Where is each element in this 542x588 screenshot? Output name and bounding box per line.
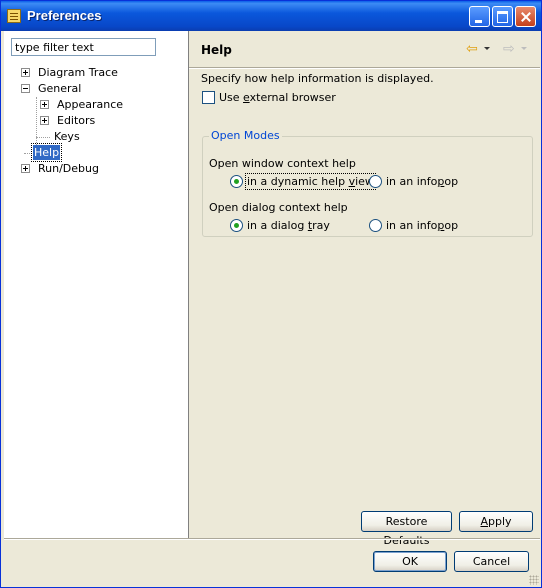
resize-grip-icon[interactable] (529, 575, 539, 585)
chevron-down-icon (521, 47, 527, 50)
radio-label: in an infopop (386, 175, 459, 188)
radio-dialog-infopop[interactable]: in an infopop (369, 218, 459, 232)
expand-plus-icon[interactable] (21, 163, 30, 173)
header-separator (189, 67, 540, 68)
radio-selected-icon[interactable] (230, 218, 243, 232)
group-title: Open Modes (209, 129, 282, 142)
apply-button[interactable]: Apply (459, 511, 533, 532)
back-button[interactable]: ⇦ (464, 41, 490, 57)
window-title: Preferences (27, 8, 102, 23)
collapse-minus-icon[interactable] (21, 83, 30, 93)
radio-dialog-tray[interactable]: in a dialog tray (230, 218, 330, 232)
tree-item-appearance[interactable]: Appearance (40, 97, 124, 113)
footer-separator (4, 538, 540, 539)
radio-window-infopop[interactable]: in an infopop (369, 174, 459, 188)
expand-plus-icon[interactable] (21, 67, 30, 77)
tree-item-run-debug[interactable]: Run/Debug (21, 161, 100, 177)
tree-connector (24, 153, 32, 154)
back-arrow-icon: ⇦ (466, 41, 478, 57)
dialog-context-help-label: Open dialog context help (209, 201, 348, 214)
chevron-down-icon[interactable] (484, 47, 490, 50)
ok-button[interactable]: OK (373, 551, 447, 572)
title-bar[interactable]: Preferences (1, 1, 541, 31)
radio-unselected-icon[interactable] (369, 174, 382, 188)
page-title: Help (201, 43, 232, 57)
tree-item-editors[interactable]: Editors (40, 113, 96, 129)
checkbox-label: Use external browser (219, 91, 336, 104)
cancel-button[interactable]: Cancel (454, 551, 529, 572)
use-external-browser-checkbox[interactable]: Use external browser (202, 90, 336, 104)
radio-dynamic-help-view[interactable]: in a dynamic help view (230, 173, 376, 190)
forward-arrow-icon: ⇨ (503, 41, 515, 57)
close-button[interactable] (515, 6, 536, 27)
page-description: Specify how help information is displaye… (201, 72, 434, 85)
forward-button: ⇨ (501, 41, 527, 57)
expand-plus-icon[interactable] (40, 99, 49, 109)
radio-label: in an infopop (386, 219, 459, 232)
radio-label: in a dynamic help view (245, 173, 376, 190)
filter-input[interactable] (11, 38, 156, 56)
preference-tree-pane: Diagram Trace General Appearance Editors… (4, 31, 188, 538)
tree-item-general[interactable]: General (21, 81, 82, 97)
expand-plus-icon[interactable] (40, 115, 49, 125)
radio-selected-icon[interactable] (230, 174, 243, 188)
tree-item-diagram-trace[interactable]: Diagram Trace (21, 65, 119, 81)
radio-unselected-icon[interactable] (369, 218, 382, 232)
tree-item-help[interactable]: Help (30, 143, 63, 162)
preferences-window: Preferences Diagram Trace General Appear… (0, 0, 542, 588)
minimize-button[interactable] (469, 6, 490, 27)
preference-page: Help ⇦ ⇨ Specify how help information is… (189, 31, 540, 547)
open-modes-group: Open Modes Open window context help in a… (202, 129, 533, 237)
restore-defaults-button[interactable]: Restore Defaults (361, 511, 452, 547)
tree-connector (36, 137, 50, 138)
window-context-help-label: Open window context help (209, 157, 356, 170)
checkbox-box[interactable] (202, 90, 215, 104)
tree-item-keys[interactable]: Keys (53, 129, 81, 145)
preferences-app-icon (7, 9, 21, 23)
radio-label: in a dialog tray (247, 219, 330, 232)
maximize-button[interactable] (492, 6, 513, 27)
